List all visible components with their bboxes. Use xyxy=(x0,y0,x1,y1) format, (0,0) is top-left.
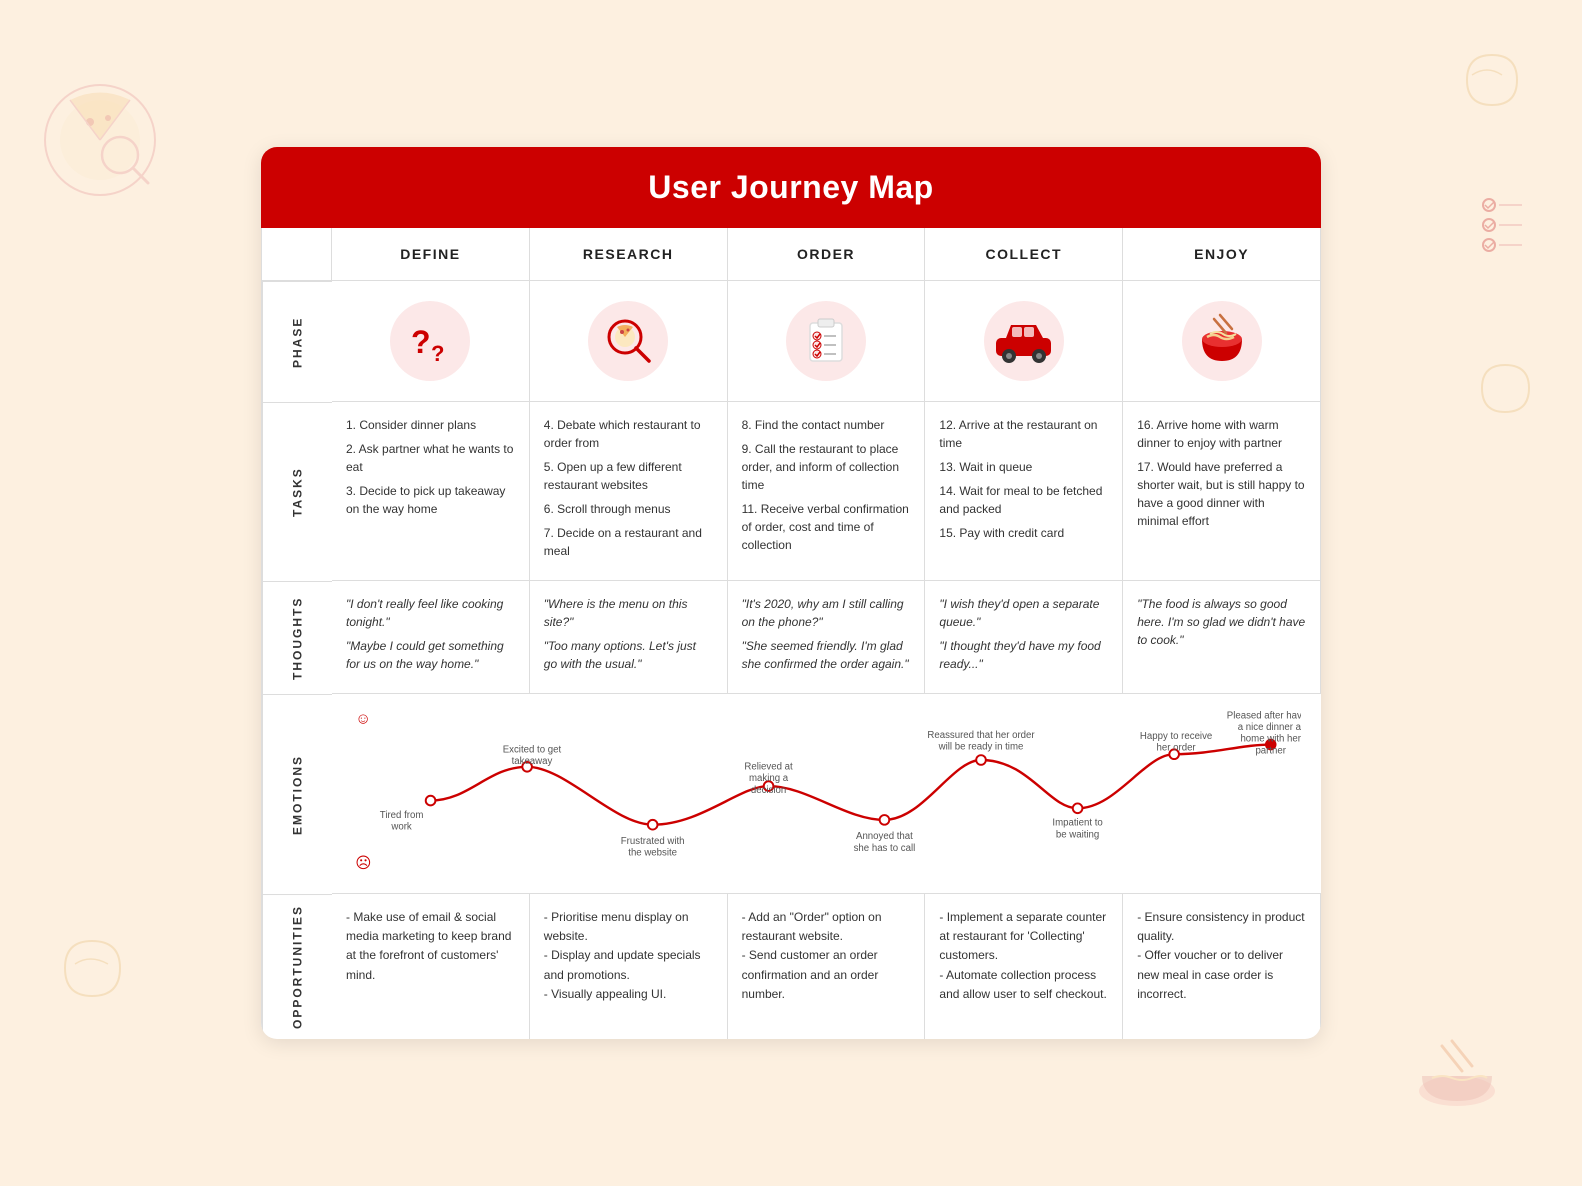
svg-text:Annoyed that: Annoyed that xyxy=(856,831,913,842)
journey-map-card: User Journey Map DEFINE RESEARCH ORDER C… xyxy=(261,147,1321,1039)
journey-table: DEFINE RESEARCH ORDER COLLECT ENJOY PHAS… xyxy=(261,228,1321,1039)
svg-text:the website: the website xyxy=(628,848,677,859)
phase-enjoy-icon xyxy=(1182,301,1262,381)
thoughts-collect: "I wish they'd open a separate queue." "… xyxy=(925,581,1123,694)
emotions-chart: ☺ ☹ Tired from work Excited t xyxy=(332,694,1321,894)
opportunities-label: OPPORTUNITIES xyxy=(262,894,332,1039)
col-header-define: DEFINE xyxy=(332,228,530,281)
svg-text:☺: ☺ xyxy=(355,710,371,727)
svg-text:?: ? xyxy=(431,341,444,366)
svg-text:Tired from: Tired from xyxy=(380,810,424,821)
phase-label: PHASE xyxy=(262,281,332,402)
col-header-collect: COLLECT xyxy=(925,228,1123,281)
phase-collect xyxy=(925,281,1123,402)
svg-text:Reassured that her order: Reassured that her order xyxy=(927,730,1035,741)
phase-order-icon xyxy=(786,301,866,381)
svg-text:Excited to get: Excited to get xyxy=(503,744,562,755)
tasks-define: 1. Consider dinner plans 2. Ask partner … xyxy=(332,402,530,581)
thoughts-label: THOUGHTS xyxy=(262,581,332,694)
opps-define: - Make use of email & social media marke… xyxy=(332,894,530,1039)
tasks-collect: 12. Arrive at the restaurant on time 13.… xyxy=(925,402,1123,581)
svg-text:partner: partner xyxy=(1255,745,1286,756)
phase-define-icon: ? ? xyxy=(390,301,470,381)
opps-collect: - Implement a separate counter at restau… xyxy=(925,894,1123,1039)
svg-text:a nice dinner at: a nice dinner at xyxy=(1238,722,1301,733)
svg-text:work: work xyxy=(390,822,412,833)
emotions-label: EMOTIONS xyxy=(262,694,332,894)
phase-define: ? ? xyxy=(332,281,530,402)
corner-cell xyxy=(262,228,332,281)
svg-text:☹: ☹ xyxy=(355,855,371,872)
svg-text:she has to call: she has to call xyxy=(854,843,916,854)
phase-collect-icon xyxy=(984,301,1064,381)
svg-text:Pleased after having: Pleased after having xyxy=(1227,710,1301,721)
col-header-research: RESEARCH xyxy=(530,228,728,281)
col-header-order: ORDER xyxy=(728,228,926,281)
tasks-order: 8. Find the contact number 9. Call the r… xyxy=(728,402,926,581)
phase-research xyxy=(530,281,728,402)
thoughts-enjoy: "The food is always so good here. I'm so… xyxy=(1123,581,1321,694)
svg-text:?: ? xyxy=(411,324,431,360)
svg-text:decision: decision xyxy=(751,785,786,796)
svg-text:Happy to receive: Happy to receive xyxy=(1140,731,1212,742)
tasks-enjoy: 16. Arrive home with warm dinner to enjo… xyxy=(1123,402,1321,581)
opps-research: - Prioritise menu display on website. - … xyxy=(530,894,728,1039)
thoughts-research: "Where is the menu on this site?" "Too m… xyxy=(530,581,728,694)
thoughts-define: "I don't really feel like cooking tonigh… xyxy=(332,581,530,694)
phase-research-icon xyxy=(588,301,668,381)
svg-text:home with her: home with her xyxy=(1240,734,1301,745)
svg-text:Relieved at: Relieved at xyxy=(744,762,793,773)
svg-text:Frustrated with: Frustrated with xyxy=(621,836,685,847)
svg-text:making a: making a xyxy=(749,773,789,784)
col-header-enjoy: ENJOY xyxy=(1123,228,1321,281)
svg-text:her order: her order xyxy=(1157,742,1197,753)
page-title: User Journey Map xyxy=(261,169,1321,206)
tasks-label: TASKS xyxy=(262,402,332,581)
svg-text:takeaway: takeaway xyxy=(512,756,553,767)
svg-text:will be ready in time: will be ready in time xyxy=(938,741,1024,752)
tasks-research: 4. Debate which restaurant to order from… xyxy=(530,402,728,581)
opps-enjoy: - Ensure consistency in product quality.… xyxy=(1123,894,1321,1039)
phase-order xyxy=(728,281,926,402)
svg-text:be waiting: be waiting xyxy=(1056,829,1099,840)
opps-order: - Add an "Order" option on restaurant we… xyxy=(728,894,926,1039)
svg-text:Impatient to: Impatient to xyxy=(1052,818,1102,829)
phase-enjoy xyxy=(1123,281,1321,402)
card-header: User Journey Map xyxy=(261,147,1321,228)
thoughts-order: "It's 2020, why am I still calling on th… xyxy=(728,581,926,694)
